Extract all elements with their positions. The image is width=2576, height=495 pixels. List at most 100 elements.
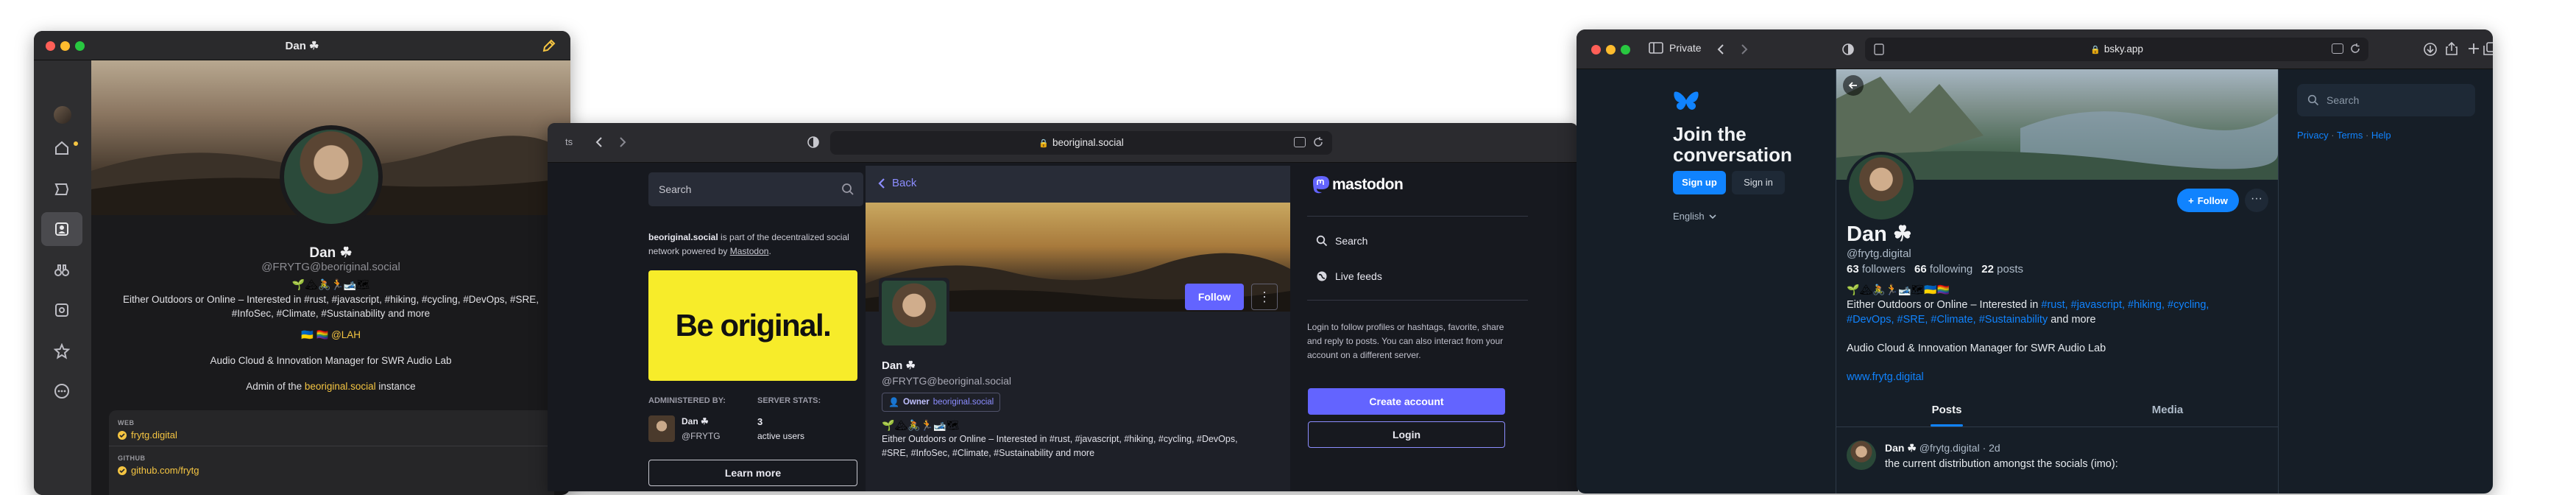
search-icon: [2307, 94, 2319, 106]
bio-line-2: #DevOps, #SRE, #Climate, #Sustainability…: [1847, 314, 2096, 326]
sign-up-button[interactable]: Sign up: [1673, 171, 1726, 194]
ivory-titlebar: Dan ☘: [34, 31, 570, 60]
translate-icon[interactable]: [2332, 43, 2343, 54]
sidebar-item-home[interactable]: [41, 131, 82, 165]
sidebar-item-lists[interactable]: [41, 293, 82, 327]
post-author-name[interactable]: Dan ☘: [1885, 442, 1917, 454]
new-tab-icon[interactable]: [2467, 42, 2480, 55]
tab-overview-icon[interactable]: [2483, 42, 2493, 55]
more-options-button[interactable]: ···: [2245, 189, 2268, 212]
sidebar-item-favorites[interactable]: [41, 334, 82, 368]
sidebar-icon: [1649, 42, 1663, 54]
back-button[interactable]: Back: [877, 177, 916, 189]
back-chevron-icon[interactable]: [592, 135, 606, 150]
avatar[interactable]: [1849, 155, 1914, 220]
tab-media[interactable]: Media: [2057, 393, 2278, 427]
follow-button[interactable]: + Follow: [2177, 189, 2239, 212]
nav-search[interactable]: Search: [1316, 235, 1367, 247]
active-tab-indicator: [1931, 424, 1963, 426]
admin-avatar[interactable]: [648, 415, 675, 442]
lock-icon: 🔒: [2090, 46, 2101, 55]
divider: [1307, 300, 1528, 301]
search-input[interactable]: Search: [2297, 84, 2475, 116]
avatar[interactable]: [882, 281, 946, 345]
lists-icon: [54, 302, 70, 318]
help-link[interactable]: Help: [2371, 130, 2391, 141]
address-bar[interactable]: 🔒 bsky.app: [1865, 38, 2368, 61]
chevron-left-icon: [877, 178, 886, 189]
mastodon-logo-icon: [1312, 175, 1331, 195]
display-name: Dan ☘: [882, 359, 916, 372]
sidebar-item-mentions[interactable]: [41, 172, 82, 206]
minimize-window-button[interactable]: [1606, 45, 1616, 55]
translate-icon[interactable]: [1294, 137, 1306, 147]
sign-in-button[interactable]: Sign in: [1732, 171, 1785, 194]
privacy-shield-icon[interactable]: [1841, 43, 1855, 56]
bio-line-2: #InfoSec, #Climate, #Sustainability and …: [231, 308, 431, 319]
sidebar-item-profile[interactable]: [41, 212, 82, 246]
avatar[interactable]: [54, 106, 71, 124]
bio-admin: Admin of the beoriginal.social instance: [246, 381, 416, 392]
login-button[interactable]: Login: [1308, 421, 1505, 448]
profile-column: Back Follow ⋮ Dan ☘ @FRYTG@beoriginal.so…: [866, 166, 1290, 491]
bio-hashtags[interactable]: #rust, #javascript, #hiking, #cycling,: [2041, 299, 2209, 311]
home-icon: [54, 140, 70, 156]
back-button[interactable]: [1843, 75, 1864, 96]
field-github[interactable]: github.com/frytg: [118, 465, 199, 476]
followers-stat[interactable]: 63 followers: [1847, 263, 1906, 275]
share-icon[interactable]: [2445, 41, 2458, 56]
create-account-button[interactable]: Create account: [1308, 388, 1505, 415]
following-stat[interactable]: 66 following: [1914, 263, 1972, 275]
forward-chevron-icon[interactable]: [1737, 42, 1752, 57]
active-users-label: active users: [757, 431, 805, 441]
sidebar-item-more[interactable]: [41, 374, 82, 408]
terms-link[interactable]: Terms: [2337, 130, 2363, 141]
website-link[interactable]: www.frytg.digital: [1847, 371, 1924, 383]
bio-emoji: 🌱🏔🚴🏃🎿🗺: [291, 278, 370, 290]
verified-check-icon: [118, 430, 127, 440]
verified-check-icon: [118, 466, 127, 475]
download-icon[interactable]: [2423, 42, 2438, 57]
bio-hashtags[interactable]: #DevOps, #SRE, #Climate, #Sustainability: [1847, 314, 2048, 326]
binoculars-icon: [54, 262, 70, 278]
browser-toolbar: Private 🔒 bsky.app: [1577, 29, 2493, 69]
search-input[interactable]: Search: [648, 172, 863, 206]
field-web[interactable]: frytg.digital: [118, 429, 177, 440]
compose-pencil-icon[interactable]: [542, 38, 556, 53]
mastodon-link[interactable]: Mastodon: [730, 246, 769, 256]
zoom-window-button[interactable]: [1621, 45, 1630, 55]
arrow-left-icon: [1848, 80, 1858, 91]
learn-more-button[interactable]: Learn more: [648, 460, 857, 486]
field-value-github: github.com/frytg: [131, 465, 199, 476]
back-chevron-icon[interactable]: [1713, 42, 1728, 57]
sidebar-item-explore[interactable]: [41, 253, 82, 287]
person-icon: 👤: [888, 397, 899, 407]
language-select[interactable]: English: [1673, 211, 1716, 222]
sidebar-toggle[interactable]: Private: [1649, 42, 1702, 54]
server-about-text: beoriginal.social is part of the decentr…: [648, 232, 849, 256]
bio-job: Audio Cloud & Innovation Manager for SWR…: [1847, 343, 2106, 354]
reload-icon[interactable]: [2349, 43, 2361, 55]
privacy-link[interactable]: Privacy: [2297, 130, 2329, 141]
avatar[interactable]: [284, 130, 378, 224]
follow-button[interactable]: Follow: [1185, 284, 1244, 310]
banner-text: Be original.: [675, 308, 832, 343]
plus-icon: +: [2188, 194, 2194, 206]
tab-posts[interactable]: Posts: [1836, 393, 2057, 427]
post-text: the current distribution amongst the soc…: [1885, 458, 2118, 470]
close-window-button[interactable]: [1591, 45, 1601, 55]
nav-live-feeds[interactable]: Live feeds: [1316, 270, 1382, 282]
globe-icon: [1316, 270, 1328, 282]
butterfly-logo-icon[interactable]: [1673, 90, 1699, 113]
mastodon-logo[interactable]: mastodon: [1312, 175, 1404, 195]
reload-icon[interactable]: [1312, 136, 1324, 148]
address-bar[interactable]: 🔒 beoriginal.social: [830, 131, 1332, 155]
more-options-button[interactable]: ⋮: [1251, 284, 1278, 310]
privacy-shield-icon[interactable]: [807, 136, 820, 149]
forward-chevron-icon[interactable]: [615, 135, 630, 150]
admin-name[interactable]: Dan ☘: [682, 416, 709, 426]
admin-instance-link[interactable]: beoriginal.social: [305, 381, 376, 392]
display-name: Dan ☘: [1847, 222, 1912, 246]
post-author-avatar[interactable]: [1847, 440, 1876, 470]
handle: @FRYTG@beoriginal.social: [882, 375, 1012, 387]
